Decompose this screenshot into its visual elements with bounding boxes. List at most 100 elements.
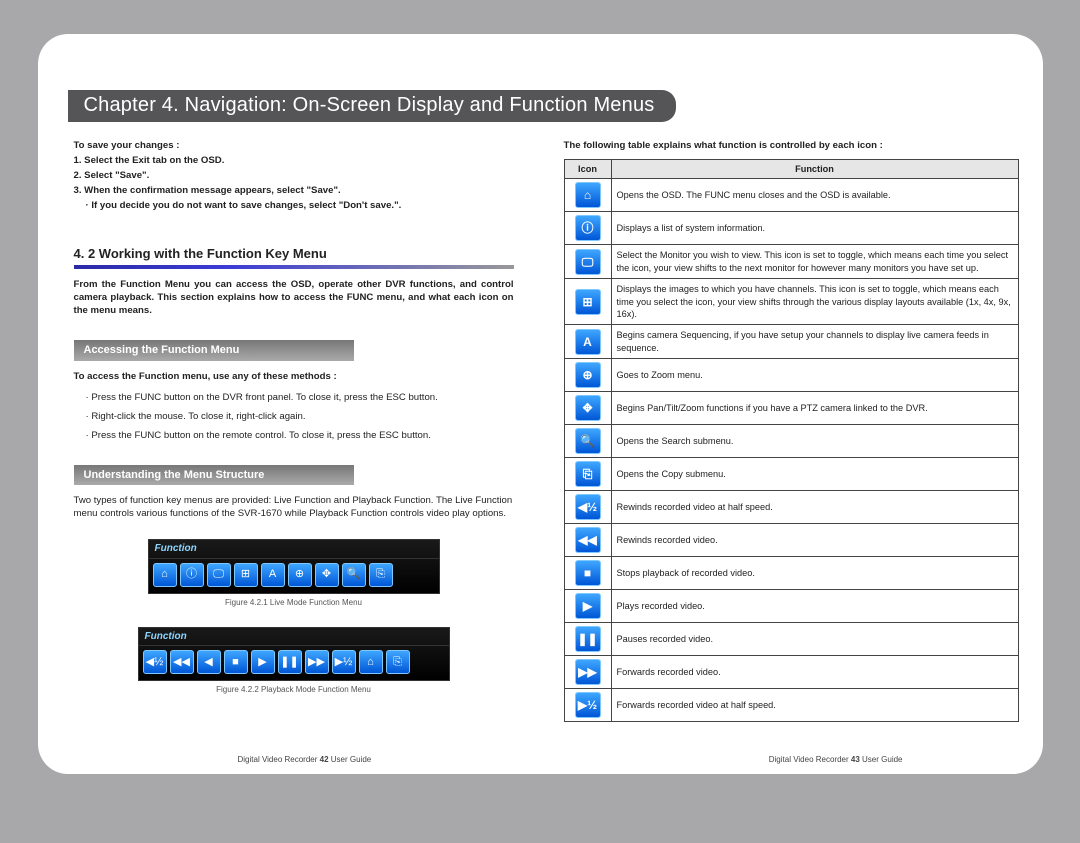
- icon-cell: ■: [564, 557, 611, 590]
- grid-icon: ⊞: [575, 289, 601, 315]
- function-cell: Select the Monitor you wish to view. Thi…: [611, 245, 1018, 279]
- subsection-access: Accessing the Function Menu: [74, 340, 354, 361]
- function-cell: Begins camera Sequencing, if you have se…: [611, 325, 1018, 359]
- function-cell: Opens the Search submenu.: [611, 425, 1018, 458]
- table-row: ❚❚Pauses recorded video.: [564, 623, 1018, 656]
- sub2-body: Two types of function key menus are prov…: [74, 495, 514, 521]
- playback-bar-icon: ■: [224, 650, 248, 674]
- playback-function-bar: Function ◀½◀◀◀■▶❚❚▶▶▶½⌂⎘: [138, 627, 450, 682]
- playback-bar-title: Function: [139, 628, 449, 647]
- sub1-b2: · Right-click the mouse. To close it, ri…: [86, 411, 514, 424]
- playback-bar-icon: ❚❚: [278, 650, 302, 674]
- table-row: ▶½Forwards recorded video at half speed.: [564, 689, 1018, 722]
- table-row: 🖵Select the Monitor you wish to view. Th…: [564, 245, 1018, 279]
- pause-icon: ❚❚: [575, 626, 601, 652]
- table-row: A Begins camera Sequencing, if you have s…: [564, 325, 1018, 359]
- function-cell: Opens the Copy submenu.: [611, 458, 1018, 491]
- right-column: The following table explains what functi…: [564, 138, 1019, 722]
- function-cell: Rewinds recorded video at half speed.: [611, 491, 1018, 524]
- left-column: To save your changes : 1. Select the Exi…: [74, 138, 514, 722]
- table-row: ▶▶ Forwards recorded video.: [564, 656, 1018, 689]
- live-bar-icon: 🔍: [342, 563, 366, 587]
- table-row: ⌂ Opens the OSD. The FUNC menu closes and…: [564, 179, 1018, 212]
- icon-cell: ⌂: [564, 179, 611, 212]
- icon-cell: 🔍: [564, 425, 611, 458]
- step1: 1. Select the Exit tab on the OSD.: [74, 155, 514, 168]
- icon-cell: 🖵: [564, 245, 611, 279]
- footer-book-r: Digital Video Recorder: [769, 755, 849, 764]
- table-row: ✥ Begins Pan/Tilt/Zoom functions if you h…: [564, 392, 1018, 425]
- page: Chapter 4. Navigation: On-Screen Display…: [38, 34, 1043, 774]
- function-cell: Stops playback of recorded video.: [611, 557, 1018, 590]
- function-cell: Opens the OSD. The FUNC menu closes and …: [611, 179, 1018, 212]
- subsection-structure: Understanding the Menu Structure: [74, 465, 354, 486]
- th-icon: Icon: [564, 159, 611, 178]
- th-function: Function: [611, 159, 1018, 178]
- icon-cell: ⓘ: [564, 212, 611, 245]
- fig2-caption: Figure 4.2.2 Playback Mode Function Menu: [74, 685, 514, 696]
- columns: To save your changes : 1. Select the Exi…: [74, 138, 1019, 722]
- icon-cell: ◀◀: [564, 524, 611, 557]
- footer-guide-left: User Guide: [331, 755, 371, 764]
- stop-icon: ■: [575, 560, 601, 586]
- live-bar-icon: ⌂: [153, 563, 177, 587]
- function-cell: Plays recorded video.: [611, 590, 1018, 623]
- icon-cell: ⊞: [564, 279, 611, 325]
- footer-guide-right: User Guide: [862, 755, 902, 764]
- live-bar-icon: ⓘ: [180, 563, 204, 587]
- search-icon: 🔍: [575, 428, 601, 454]
- table-row: ◀½Rewinds recorded video at half speed.: [564, 491, 1018, 524]
- table-row: ■ Stops playback of recorded video.: [564, 557, 1018, 590]
- footer-page-left: 42: [320, 755, 329, 764]
- osd-icon: ⌂: [575, 182, 601, 208]
- step2: 2. Select "Save".: [74, 170, 514, 183]
- fig1-caption: Figure 4.2.1 Live Mode Function Menu: [74, 598, 514, 609]
- save-heading: To save your changes :: [74, 140, 514, 153]
- icon-cell: ▶½: [564, 689, 611, 722]
- icon-cell: ⎘: [564, 458, 611, 491]
- live-bar-icon: A: [261, 563, 285, 587]
- icon-function-table: Icon Function ⌂ Opens the OSD. The FUNC m…: [564, 159, 1019, 722]
- icon-cell: ▶▶: [564, 656, 611, 689]
- table-row: ⊕Goes to Zoom menu.: [564, 359, 1018, 392]
- rewind-icon: ◀◀: [575, 527, 601, 553]
- live-function-bar: Function ⌂ⓘ🖵⊞A⊕✥🔍⎘: [148, 539, 440, 594]
- live-bar-icon: 🖵: [207, 563, 231, 587]
- function-cell: Begins Pan/Tilt/Zoom functions if you ha…: [611, 392, 1018, 425]
- table-lead: The following table explains what functi…: [564, 140, 1019, 153]
- sequence-icon: A: [575, 329, 601, 355]
- function-cell: Goes to Zoom menu.: [611, 359, 1018, 392]
- info-icon: ⓘ: [575, 215, 601, 241]
- function-cell: Displays a list of system information.: [611, 212, 1018, 245]
- playback-bar-icon: ◀◀: [170, 650, 194, 674]
- sub1-lead: To access the Function menu, use any of …: [74, 371, 514, 384]
- table-row: 🔍 Opens the Search submenu.: [564, 425, 1018, 458]
- icon-cell: ✥: [564, 392, 611, 425]
- playback-bar-icon: ⌂: [359, 650, 383, 674]
- function-cell: Forwards recorded video.: [611, 656, 1018, 689]
- section-title: 4. 2 Working with the Function Key Menu: [74, 245, 514, 270]
- playback-bar-icon: ▶▶: [305, 650, 329, 674]
- copy-icon: ⎘: [575, 461, 601, 487]
- live-bar-icon: ⊕: [288, 563, 312, 587]
- live-bar-title: Function: [149, 540, 439, 559]
- table-row: ◀◀Rewinds recorded video.: [564, 524, 1018, 557]
- table-row: ⓘ Displays a list of system information.: [564, 212, 1018, 245]
- icon-cell: ◀½: [564, 491, 611, 524]
- playback-bar-icon: ⎘: [386, 650, 410, 674]
- icon-cell: ▶: [564, 590, 611, 623]
- table-row: ▶ Plays recorded video.: [564, 590, 1018, 623]
- playback-bar-icon: ◀½: [143, 650, 167, 674]
- footer-page-right: 43: [851, 755, 860, 764]
- ptz-icon: ✥: [575, 395, 601, 421]
- live-bar-icon: ⎘: [369, 563, 393, 587]
- play-icon: ▶: [575, 593, 601, 619]
- live-bar-icon: ⊞: [234, 563, 258, 587]
- forward-icon: ▶▶: [575, 659, 601, 685]
- footer-right: Digital Video Recorder 43 User Guide: [769, 755, 903, 764]
- playback-bar-icon: ◀: [197, 650, 221, 674]
- function-cell: Forwards recorded video at half speed.: [611, 689, 1018, 722]
- table-row: ⊞ Displays the images to which you have c…: [564, 279, 1018, 325]
- function-cell: Displays the images to which you have ch…: [611, 279, 1018, 325]
- section-intro: From the Function Menu you can access th…: [74, 279, 514, 318]
